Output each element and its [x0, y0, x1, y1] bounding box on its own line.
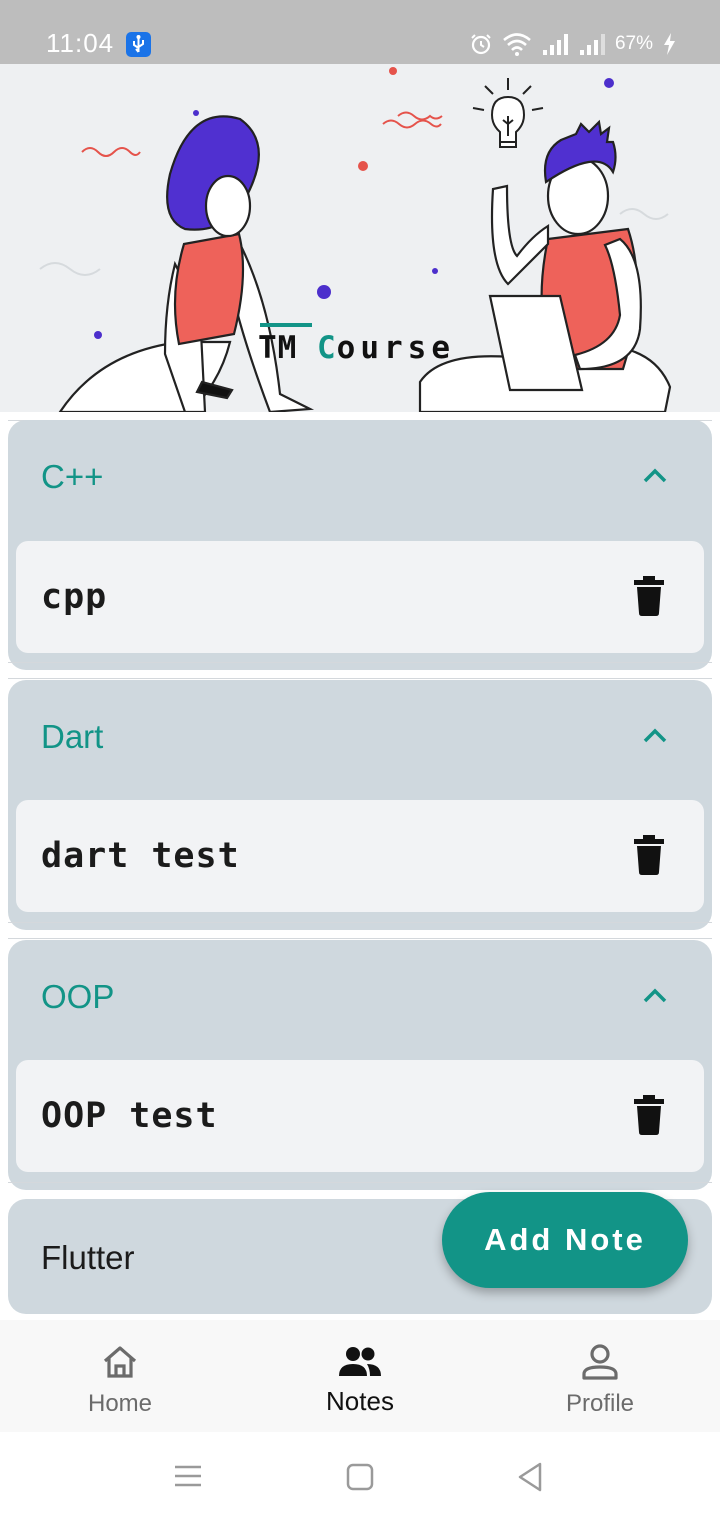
nav-label: Home — [87, 1390, 153, 1417]
section-title[interactable]: Flutter — [41, 1239, 135, 1277]
note-title: dart test — [41, 836, 240, 876]
section-title[interactable]: C++ — [41, 458, 103, 496]
status-time: 11:04 — [46, 28, 115, 58]
note-item[interactable]: dart test — [16, 800, 704, 912]
wifi-icon — [502, 32, 532, 56]
add-note-button[interactable]: Add Note — [442, 1192, 688, 1288]
menu-icon[interactable] — [174, 1464, 202, 1488]
nav-item-home[interactable]: Home — [0, 1320, 240, 1432]
nav-label: Profile — [565, 1390, 635, 1417]
nav-item-notes[interactable]: Notes — [240, 1320, 480, 1432]
divider — [8, 938, 712, 939]
bottom-navigation: Home Notes Profile — [0, 1320, 720, 1432]
delete-icon[interactable] — [634, 576, 664, 616]
divider — [8, 678, 712, 679]
hero-banner: TM Course — [0, 64, 720, 412]
note-item[interactable]: cpp — [16, 541, 704, 653]
section-title[interactable]: Dart — [41, 718, 103, 756]
nav-label: Notes — [326, 1386, 394, 1416]
alarm-icon — [469, 32, 493, 56]
section-cpp[interactable]: C++ cpp — [8, 420, 712, 670]
chevron-up-icon[interactable] — [639, 720, 671, 752]
brand-logo: TM Course — [258, 330, 455, 366]
back-icon[interactable] — [516, 1461, 544, 1493]
person-icon — [582, 1344, 618, 1380]
brand-rest: ourse — [336, 330, 455, 366]
section-oop[interactable]: OOP OOP test — [8, 940, 712, 1190]
section-title[interactable]: OOP — [41, 978, 114, 1016]
divider — [8, 922, 712, 923]
delete-icon[interactable] — [634, 1095, 664, 1135]
system-navigation-bar — [0, 1432, 720, 1520]
note-item[interactable]: OOP test — [16, 1060, 704, 1172]
chevron-up-icon[interactable] — [639, 980, 671, 1012]
divider — [8, 662, 712, 663]
note-title: OOP test — [41, 1096, 218, 1136]
delete-icon[interactable] — [634, 835, 664, 875]
nav-item-profile[interactable]: Profile — [480, 1320, 720, 1432]
divider — [8, 1182, 712, 1183]
brand-accent-bar — [260, 323, 312, 327]
signal-icon — [541, 32, 569, 56]
section-dart[interactable]: Dart dart test — [8, 680, 712, 930]
note-title: cpp — [41, 577, 108, 617]
home-square-icon[interactable] — [346, 1463, 374, 1491]
chevron-up-icon[interactable] — [639, 460, 671, 492]
brand-accent-letter: C — [317, 330, 337, 366]
people-icon — [339, 1347, 381, 1376]
usb-debug-icon — [126, 32, 151, 57]
home-icon — [103, 1346, 137, 1378]
status-icons: 67% — [469, 30, 676, 58]
battery-percent: 67% — [614, 33, 653, 54]
charging-icon — [662, 32, 676, 56]
status-bar: 11:04 67% — [0, 0, 720, 64]
brand-prefix: TM — [258, 330, 317, 366]
signal-icon — [578, 32, 606, 56]
